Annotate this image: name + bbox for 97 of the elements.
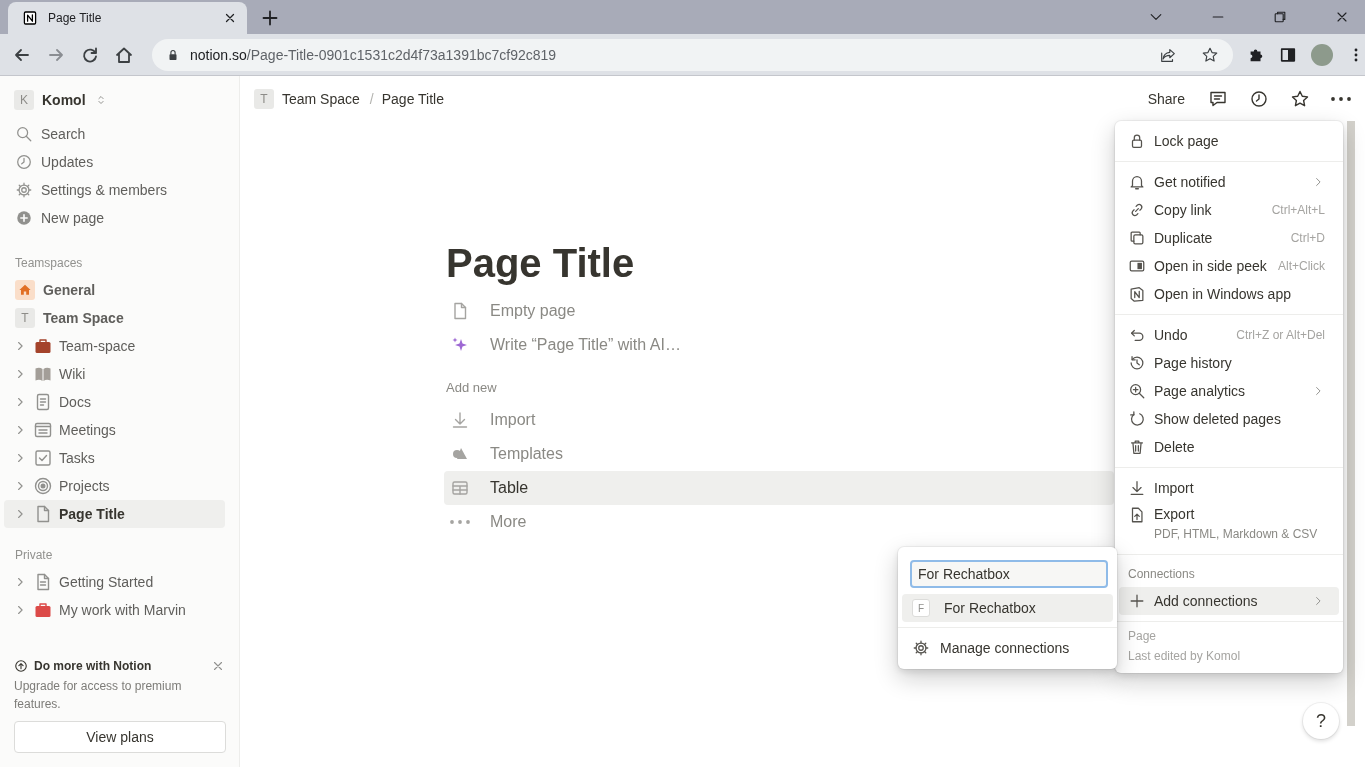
breadcrumb-link[interactable]: Team Space (280, 90, 364, 107)
tab-title: Page Title (48, 11, 102, 25)
breadcrumb-link[interactable]: Page Title (379, 90, 448, 107)
side-panel-icon[interactable] (1279, 45, 1297, 64)
connection-badge: F (912, 599, 930, 617)
menu-item[interactable]: Page history (1119, 349, 1339, 377)
upgrade-icon (14, 659, 28, 673)
menu-item[interactable]: Add connections (1119, 587, 1339, 615)
restore-icon[interactable] (1272, 9, 1288, 25)
checkbox-icon (33, 448, 53, 468)
view-plans-button[interactable]: View plans (14, 721, 226, 753)
gear-icon (15, 181, 33, 199)
footer-heading: Page (1128, 628, 1158, 645)
sidebar-item[interactable]: Tasks (4, 444, 225, 472)
more-icon[interactable] (1331, 95, 1351, 102)
gear-icon (912, 639, 930, 657)
connection-result[interactable]: F For Rechatbox (902, 594, 1113, 622)
notion-logo-icon (22, 10, 38, 26)
menu-item[interactable]: Get notified (1119, 168, 1339, 196)
search-field[interactable]: For Rechatbox (910, 560, 1108, 588)
help-button[interactable]: ? (1303, 703, 1339, 739)
history-icon (1128, 354, 1146, 372)
section-heading: Teamspaces (14, 255, 84, 272)
side-panel-icon (1128, 257, 1146, 275)
briefcase-icon (33, 600, 53, 620)
trash-icon (1128, 438, 1146, 456)
promo-text: Upgrade for access to premium features. (14, 678, 183, 713)
restore-icon (1128, 410, 1146, 428)
menu-item[interactable]: Import (1119, 474, 1339, 502)
browser-tab[interactable]: Page Title (8, 2, 247, 34)
menu-item[interactable]: Open in Windows app (1119, 280, 1339, 308)
bell-icon (1128, 173, 1146, 191)
last-edited-text: Last edited by Komol (1128, 648, 1242, 665)
workspace-badge: K (14, 90, 34, 110)
notion-icon (1128, 285, 1146, 303)
url-text: notion.so/Page-Title-0901c1531c2d4f73a1391bc7cf92c819 (190, 46, 557, 63)
house-icon (17, 282, 33, 298)
target-icon (33, 476, 53, 496)
address-bar[interactable]: notion.so/Page-Title-0901c1531c2d4f73a1391bc7cf92c819 (152, 38, 1233, 71)
page-option[interactable]: Empty page (444, 294, 1114, 328)
scrollbar[interactable] (1347, 121, 1355, 726)
download-icon (1128, 479, 1146, 497)
promo-title: Do more with Notion (34, 659, 152, 673)
sidebar-item[interactable]: Docs (4, 388, 225, 416)
copy-icon (1128, 229, 1146, 247)
menu-item[interactable]: Copy link Ctrl+Alt+L (1119, 196, 1339, 224)
menu-item[interactable]: Lock page (1119, 127, 1339, 155)
sidebar-item[interactable]: Getting Started (4, 568, 225, 596)
sidebar-item[interactable]: Meetings (4, 416, 225, 444)
sidebar-item[interactable]: New page (4, 204, 225, 232)
table-icon (450, 478, 470, 498)
more-icon (450, 519, 470, 525)
page-option[interactable]: Write “Page Title” with AI… (444, 328, 1114, 362)
menu-item[interactable]: Page analytics (1119, 377, 1339, 405)
plus-circle-icon (15, 209, 33, 227)
add-new-option[interactable]: Table (444, 471, 1114, 505)
menu-item[interactable]: Delete (1119, 433, 1339, 461)
breadcrumb-separator: / (369, 90, 374, 107)
add-new-option[interactable]: Import (444, 403, 1114, 437)
clock-icon (15, 153, 33, 171)
add-new-option[interactable]: More (444, 505, 1114, 539)
download-icon (450, 410, 470, 430)
sidebar-item[interactable]: General (4, 276, 225, 304)
sidebar-item[interactable]: Page Title (4, 500, 225, 528)
page-title: Page Title (446, 240, 635, 286)
section-heading: Private (14, 547, 54, 564)
zoom-in-icon (1128, 382, 1146, 400)
share-button[interactable]: Share (1147, 90, 1185, 107)
star-icon[interactable] (1290, 88, 1310, 109)
sidebar-item[interactable]: Team-space (4, 332, 225, 360)
search-icon (15, 125, 33, 143)
plus-icon (1128, 592, 1146, 610)
list-icon (33, 420, 53, 440)
clock-icon[interactable] (1249, 88, 1269, 109)
briefcase-icon (33, 336, 53, 356)
manage-connections-item[interactable]: Manage connections (902, 634, 1113, 662)
workspace-switcher[interactable]: K Komol (4, 86, 225, 114)
sidebar-item[interactable]: Wiki (4, 360, 225, 388)
menu-item[interactable]: Show deleted pages (1119, 405, 1339, 433)
teamspace-badge: T (254, 88, 274, 109)
sidebar-item[interactable]: My work with Marvin (4, 596, 225, 624)
sidebar-item[interactable]: T Team Space (4, 304, 225, 332)
menu-item[interactable]: Duplicate Ctrl+D (1119, 224, 1339, 252)
star-icon[interactable] (1201, 45, 1219, 64)
section-heading: Add new (446, 380, 497, 395)
sidebar-item[interactable]: Updates (4, 148, 225, 176)
sidebar-item[interactable]: Search (4, 120, 225, 148)
menu-item[interactable]: Export PDF, HTML, Markdown & CSV (1119, 502, 1339, 548)
add-new-option[interactable]: Templates (444, 437, 1114, 471)
sidebar-item[interactable]: Settings & members (4, 176, 225, 204)
sidebar-item[interactable]: Projects (4, 472, 225, 500)
close-icon[interactable] (223, 11, 237, 25)
menu-item[interactable]: Open in side peek Alt+Click (1119, 252, 1339, 280)
section-heading: Connections (1127, 566, 1196, 583)
new-tab-icon[interactable] (260, 8, 280, 28)
teamspace-badge: T (15, 308, 35, 328)
menu-item[interactable]: Undo Ctrl+Z or Alt+Del (1119, 321, 1339, 349)
